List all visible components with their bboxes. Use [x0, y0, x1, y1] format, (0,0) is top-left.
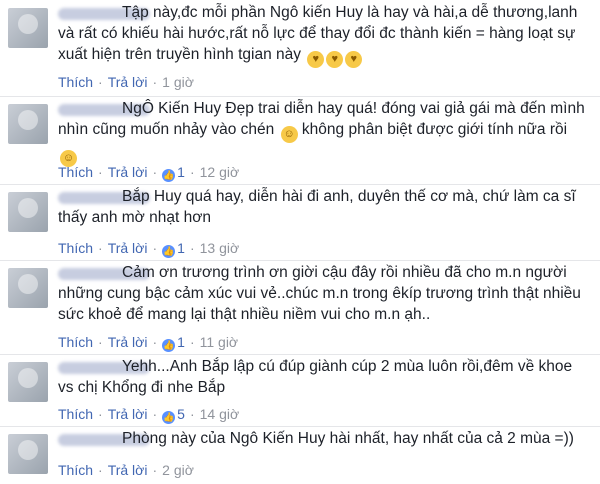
like-thumb-icon: 👍	[162, 411, 176, 424]
kiss-emoji-icon: ♥	[307, 51, 325, 68]
like-count[interactable]: 1	[177, 240, 185, 256]
comment-actions: Thích · Trả lời · 👍 1 · 11 giờ	[58, 334, 239, 352]
comment: Bắp Huy quá hay, diễn hài đi anh, duyên …	[0, 184, 600, 261]
comment: Cảm ơn trương trình ơn giời cậu đây rồi …	[0, 260, 600, 355]
comment: Phòng này của Ngô Kiến Huy hài nhất, hay…	[0, 426, 600, 484]
avatar[interactable]	[8, 8, 48, 48]
like-thumb-icon: 👍	[162, 339, 176, 352]
like-link[interactable]: Thích	[58, 334, 93, 350]
kiss-emoji-icon: ♥	[345, 51, 363, 68]
reply-link[interactable]: Trả lời	[108, 406, 148, 422]
comment: Yehh...Anh Bắp lập cú đúp giành cúp 2 mù…	[0, 354, 600, 427]
avatar[interactable]	[8, 268, 48, 308]
comment-time[interactable]: 2 giờ	[162, 462, 194, 478]
comment-time[interactable]: 14 giờ	[200, 406, 240, 422]
reply-link[interactable]: Trả lời	[108, 74, 148, 90]
like-count[interactable]: 1	[177, 334, 185, 350]
like-thumb-icon: 👍	[162, 245, 176, 258]
tongue-emoji-icon: ☺	[280, 126, 298, 143]
comment-time[interactable]: 12 giờ	[200, 164, 240, 180]
kiss-emoji-icon: ♥	[326, 51, 344, 68]
comment-list: Tập này,đc mỗi phần Ngô kiến Huy là hay …	[0, 0, 600, 484]
comment-text: Cảm ơn trương trình ơn giời cậu đây rồi …	[58, 264, 581, 323]
comment-time[interactable]: 1 giờ	[162, 74, 194, 90]
comment-actions: Thích · Trả lời · 1 giờ	[58, 74, 194, 90]
comment-actions: Thích · Trả lời · 2 giờ	[58, 462, 194, 478]
reply-link[interactable]: Trả lời	[108, 240, 148, 256]
reply-link[interactable]: Trả lời	[108, 462, 148, 478]
like-link[interactable]: Thích	[58, 406, 93, 422]
avatar[interactable]	[8, 434, 48, 474]
like-thumb-icon: 👍	[162, 169, 176, 182]
like-link[interactable]: Thích	[58, 74, 93, 90]
reply-link[interactable]: Trả lời	[108, 164, 148, 180]
avatar[interactable]	[8, 362, 48, 402]
like-link[interactable]: Thích	[58, 240, 93, 256]
comment: NgÔ Kiến Huy Đẹp trai diễn hay quá! đóng…	[0, 96, 600, 185]
comment-actions: Thích · Trả lời · 👍 1 · 12 giờ	[58, 164, 240, 182]
like-link[interactable]: Thích	[58, 462, 93, 478]
comment-text: Tập này,đc mỗi phần Ngô kiến Huy là hay …	[58, 2, 590, 68]
comment-text: NgÔ Kiến Huy Đẹp trai diễn hay quá! đóng…	[58, 98, 590, 167]
comment-actions: Thích · Trả lời · 👍 1 · 13 giờ	[58, 240, 240, 258]
comment: Tập này,đc mỗi phần Ngô kiến Huy là hay …	[0, 0, 600, 97]
like-count[interactable]: 1	[177, 164, 185, 180]
comment-time[interactable]: 11 giờ	[200, 334, 239, 350]
comment-actions: Thích · Trả lời · 👍 5 · 14 giờ	[58, 406, 240, 424]
avatar[interactable]	[8, 104, 48, 144]
avatar[interactable]	[8, 192, 48, 232]
like-link[interactable]: Thích	[58, 164, 93, 180]
comment-text: Yehh...Anh Bắp lập cú đúp giành cúp 2 mù…	[58, 358, 573, 396]
comment-time[interactable]: 13 giờ	[200, 240, 240, 256]
comment-text: Phòng này của Ngô Kiến Huy hài nhất, hay…	[122, 430, 574, 447]
like-count[interactable]: 5	[177, 406, 185, 422]
reply-link[interactable]: Trả lời	[108, 334, 148, 350]
comment-text: Bắp Huy quá hay, diễn hài đi anh, duyên …	[58, 188, 576, 226]
